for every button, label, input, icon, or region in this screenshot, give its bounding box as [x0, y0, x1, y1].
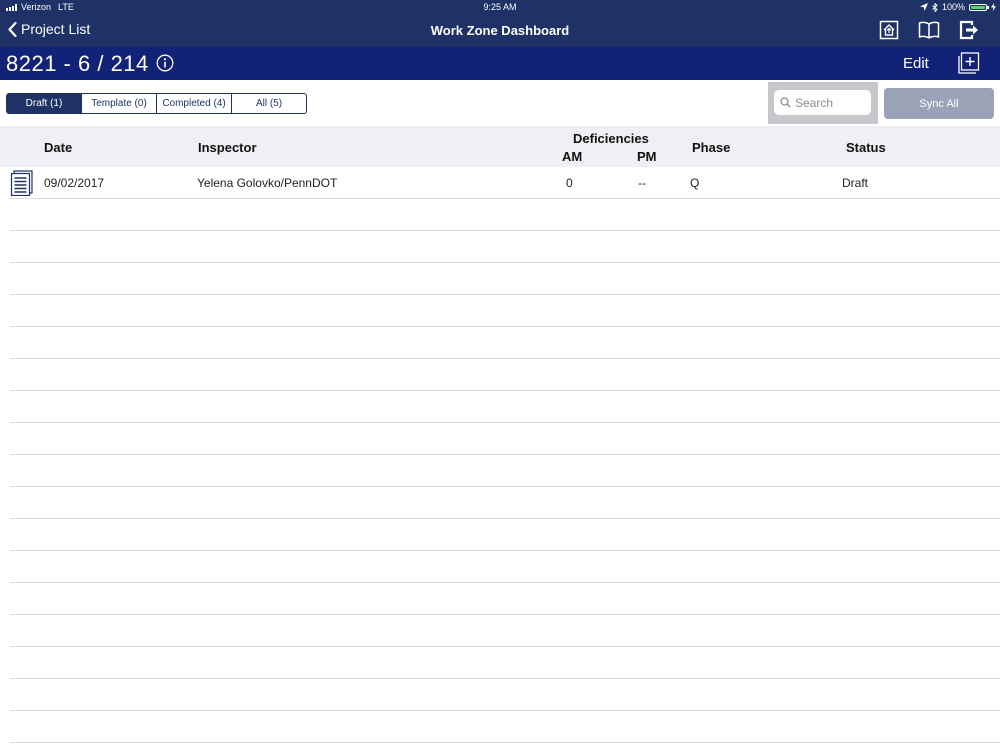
navigation-bar: Project List Work Zone Dashboard: [0, 15, 1000, 47]
book-icon: [918, 21, 940, 39]
home-sync-button[interactable]: [878, 19, 900, 41]
empty-row: [10, 679, 1000, 711]
logout-icon: [959, 20, 978, 40]
empty-row: [10, 519, 1000, 551]
logout-button[interactable]: [958, 19, 980, 41]
tab-template[interactable]: Template (0): [81, 94, 156, 113]
row-status: Draft: [842, 176, 869, 190]
search-input[interactable]: [795, 95, 863, 110]
back-label: Project List: [21, 21, 91, 37]
column-header-phase[interactable]: Phase: [692, 140, 730, 155]
empty-row: [10, 359, 1000, 391]
tab-draft[interactable]: Draft (1): [7, 94, 81, 113]
project-title: 8221 - 6 / 214: [6, 51, 149, 76]
empty-row: [10, 199, 1000, 231]
chevron-left-icon: [8, 21, 17, 37]
row-am: 0: [566, 176, 573, 190]
empty-row: [10, 487, 1000, 519]
tab-all[interactable]: All (5): [231, 94, 306, 113]
status-bar: Verizon LTE 9:25 AM 100%: [0, 0, 1000, 15]
clock: 9:25 AM: [483, 2, 517, 12]
sync-all-button[interactable]: Sync All: [884, 88, 994, 119]
empty-row: [10, 295, 1000, 327]
column-header-am[interactable]: AM: [562, 149, 582, 164]
document-icon: [10, 170, 33, 196]
empty-row: [10, 231, 1000, 263]
location-icon: [919, 3, 928, 11]
table-header: Date Inspector Deficiencies AM PM Phase …: [0, 126, 1000, 167]
row-date: 09/02/2017: [44, 176, 105, 190]
empty-row: [10, 711, 1000, 743]
page-title: Work Zone Dashboard: [430, 23, 570, 38]
status-filter-segmented-control: Draft (1) Template (0) Completed (4) All…: [6, 93, 307, 114]
search-field[interactable]: [774, 90, 871, 115]
search-bar: [768, 82, 878, 124]
empty-row: [10, 583, 1000, 615]
filter-toolbar: Draft (1) Template (0) Completed (4) All…: [0, 80, 1000, 126]
column-header-status[interactable]: Status: [846, 140, 886, 155]
bluetooth-icon: [932, 2, 938, 12]
column-header-deficiencies: Deficiencies: [573, 131, 649, 146]
inspection-list: 09/02/2017 Yelena Golovko/PennDOT 0 -- Q…: [10, 167, 1000, 743]
empty-row: [10, 391, 1000, 423]
column-header-date[interactable]: Date: [44, 140, 72, 155]
empty-row: [10, 263, 1000, 295]
tab-completed[interactable]: Completed (4): [156, 94, 231, 113]
row-pm: --: [638, 176, 646, 190]
empty-row: [10, 455, 1000, 487]
empty-row: [10, 551, 1000, 583]
add-icon[interactable]: [958, 52, 980, 74]
battery-icon: [969, 3, 989, 11]
back-button[interactable]: Project List: [8, 21, 90, 37]
search-icon: [780, 97, 791, 108]
row-inspector: Yelena Golovko/PennDOT: [197, 176, 338, 190]
empty-row: [10, 423, 1000, 455]
empty-row: [10, 615, 1000, 647]
empty-row: [10, 647, 1000, 679]
project-header: 8221 - 6 / 214 Edit: [0, 47, 1000, 80]
edit-button[interactable]: Edit: [903, 55, 929, 72]
nav-actions: [878, 19, 980, 41]
charging-icon: [991, 3, 996, 11]
status-right: 100%: [919, 2, 996, 12]
info-icon[interactable]: [156, 54, 174, 72]
table-row[interactable]: 09/02/2017 Yelena Golovko/PennDOT 0 -- Q…: [10, 167, 1000, 199]
column-header-inspector[interactable]: Inspector: [198, 140, 257, 155]
home-sync-icon: [879, 20, 899, 40]
empty-row: [10, 327, 1000, 359]
row-phase: Q: [690, 176, 700, 190]
manual-button[interactable]: [918, 19, 940, 41]
column-header-pm[interactable]: PM: [637, 149, 657, 164]
battery-percent: 100%: [941, 2, 965, 12]
